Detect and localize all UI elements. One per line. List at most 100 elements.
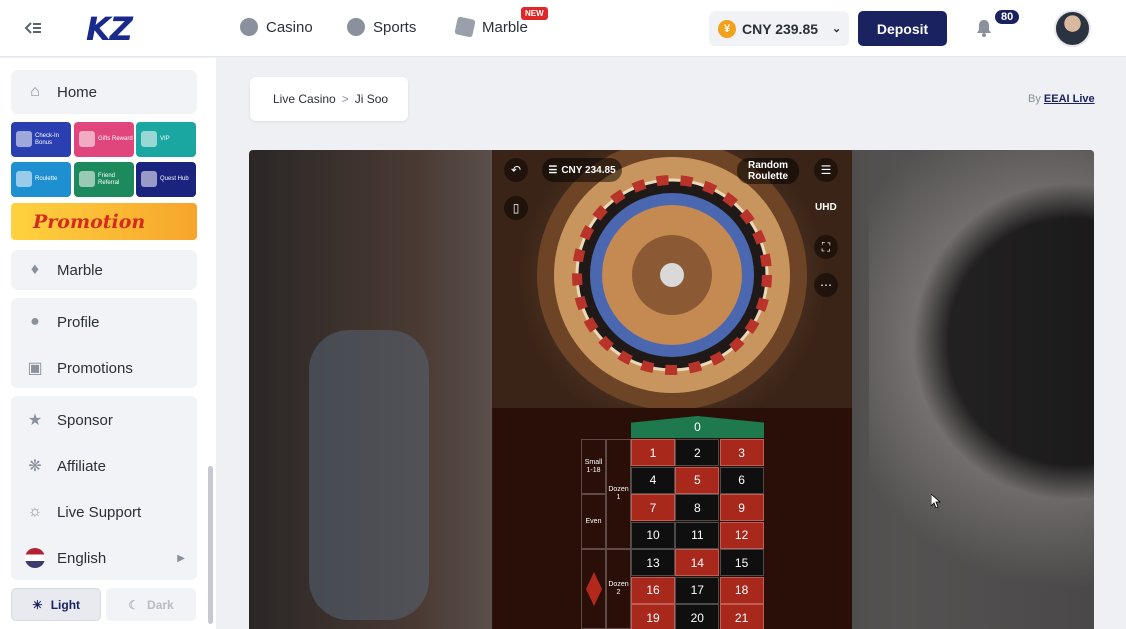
gift-icon [79,131,95,147]
provider-link[interactable]: EEAI Live [1044,93,1095,105]
sidebar-item-sponsor[interactable]: ★ Sponsor [25,410,113,430]
roulette-wheel-video [492,150,852,410]
bet-number[interactable]: 5 [675,466,720,494]
sidebar-item-label: Profile [57,313,100,331]
mouse-cursor-icon [931,494,941,508]
sidebar-item-label: Live Support [57,503,142,521]
theme-dark-button[interactable]: ☾ Dark [106,588,196,621]
sidebar-item-language[interactable]: English ▶ [25,548,185,568]
tile-friend-referral[interactable]: Friend Referral [74,162,134,197]
roulette-wheel-icon [16,171,32,187]
sidebar-item-marble[interactable]: ♦ Marble [11,250,197,290]
sidebar-scrollbar[interactable] [208,466,213,624]
tile-check-in-bonus[interactable]: Check-In Bonus [11,122,71,157]
bet-number[interactable]: 17 [675,576,720,604]
chevron-right-icon: ▶ [177,552,185,564]
bet-dozen-2[interactable]: Dozen 2 [606,549,631,629]
sponsor-icon: ★ [27,412,43,429]
back-icon[interactable]: ↶ [504,158,528,182]
tile-label: Gifts Reward [98,136,133,142]
sidebar: ⌂ Home Check-In Bonus Gifts Reward VIP R… [0,58,216,629]
game-balance-amount: CNY 234.85 [561,164,616,176]
roulette-wheel-icon [537,150,807,410]
bet-small[interactable]: Small 1-18 [581,439,606,494]
theme-light-label: Light [50,597,81,612]
nav-sports[interactable]: Sports [347,18,416,36]
tile-vip[interactable]: VIP [136,122,196,157]
bet-number[interactable]: 6 [719,466,764,494]
menu-icon[interactable]: ☰ [814,158,838,182]
marble-icon [454,16,476,38]
bet-number[interactable]: 16 [631,576,675,604]
bet-even[interactable]: Even [581,494,606,549]
breadcrumb-parent[interactable]: Live Casino [273,92,336,106]
top-bar: KZ Casino Sports Marble NEW ¥ CNY 239.85… [0,0,1126,57]
live-roulette-view[interactable]: ↶ ☰ CNY 234.85 Random Roulette ☰ ▯ UHD ⛶… [492,150,852,629]
collapse-sidebar-icon[interactable] [22,18,44,38]
tile-roulette[interactable]: Roulette [11,162,71,197]
bet-number[interactable]: 3 [719,439,764,466]
bet-number[interactable]: 11 [675,521,720,549]
bet-red[interactable] [581,549,606,629]
game-frame[interactable]: ↶ ☰ CNY 234.85 Random Roulette ☰ ▯ UHD ⛶… [249,150,1094,629]
bet-number[interactable]: 21 [719,604,764,629]
bet-number[interactable]: 13 [631,549,675,576]
game-balance: ☰ CNY 234.85 [542,158,622,182]
promotion-banner[interactable]: Promotion [11,203,197,240]
bookmark-icon[interactable]: ▯ [504,196,528,220]
nav-casino[interactable]: Casino [240,18,313,36]
bet-dozen-1[interactable]: Dozen 1 [606,439,631,549]
bet-number[interactable]: 20 [675,604,720,629]
bet-number[interactable]: 7 [631,494,675,521]
theme-dark-label: Dark [147,597,174,612]
sidebar-group-account: ● Profile ▣ Promotions [11,298,197,388]
tile-label: Quest Hub [160,176,189,182]
nav-marble-label: Marble [482,18,528,36]
balance-selector[interactable]: ¥ CNY 239.85 ⌄ [709,11,849,46]
red-diamond-icon [585,572,602,606]
tile-label: VIP [160,136,170,142]
headset-icon: ☼ [27,503,43,520]
sidebar-item-label: Promotions [57,359,133,377]
quest-icon [141,171,157,187]
bet-number[interactable]: 19 [631,604,675,629]
bet-number[interactable]: 15 [719,549,764,576]
avatar[interactable] [1054,10,1091,47]
tile-quest-hub[interactable]: Quest Hub [136,162,196,197]
bet-number[interactable]: 14 [675,549,720,576]
sidebar-item-label: Marble [57,261,103,279]
site-logo[interactable]: KZ [86,10,133,48]
bet-number[interactable]: 18 [719,576,764,604]
sidebar-item-label: Affiliate [57,457,106,475]
random-roulette-label: Random Roulette [737,158,799,184]
tile-gifts-reward[interactable]: Gifts Reward [74,122,134,157]
bet-number[interactable]: 12 [719,521,764,549]
bet-number[interactable]: 10 [631,521,675,549]
sidebar-item-live-support[interactable]: ☼ Live Support [25,502,142,522]
deposit-button[interactable]: Deposit [858,11,947,46]
bet-number[interactable]: 2 [675,439,720,466]
chat-icon[interactable]: ⋯ [814,273,838,297]
sidebar-item-promotions[interactable]: ▣ Promotions [25,358,133,378]
calendar-icon [16,131,32,147]
sidebar-item-label: English [57,549,107,567]
notification-count-badge: 80 [995,10,1020,24]
sidebar-item-label: Home [57,83,98,101]
bell-icon[interactable] [974,18,994,38]
sidebar-item-profile[interactable]: ● Profile [25,312,100,332]
sidebar-item-affiliate[interactable]: ❋ Affiliate [25,456,106,476]
fullscreen-icon[interactable]: ⛶ [814,235,838,259]
sidebar-item-home[interactable]: ⌂ Home [11,70,197,114]
bet-number[interactable]: 8 [675,494,720,521]
theme-light-button[interactable]: ☀ Light [11,588,101,621]
coins-icon: ☰ [548,164,558,176]
sun-icon: ☀ [31,597,43,612]
bet-number[interactable]: 9 [719,494,764,521]
handshake-icon [79,171,95,187]
bet-number[interactable]: 1 [631,439,675,466]
gift-icon: ▣ [27,360,43,377]
bet-number[interactable]: 4 [631,466,675,494]
quality-toggle[interactable]: UHD [815,202,837,213]
new-badge: NEW [521,7,548,20]
nav-marble[interactable]: Marble [454,16,528,38]
